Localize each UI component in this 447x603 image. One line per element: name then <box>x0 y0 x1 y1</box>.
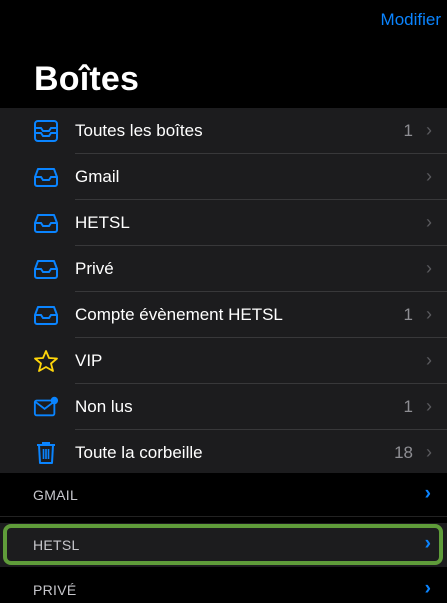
mailbox-row-hetsl[interactable]: HETSL › <box>0 200 447 246</box>
mailbox-row-all-inboxes[interactable]: Toutes les boîtes 1 › <box>0 108 447 154</box>
unread-envelope-icon <box>33 395 59 419</box>
mailbox-label: Toute la corbeille <box>75 443 203 462</box>
inbox-icon <box>33 165 59 189</box>
mailbox-row-non-lus[interactable]: Non lus 1 › <box>0 384 447 430</box>
unread-count: 1 <box>403 397 413 416</box>
chevron-right-icon[interactable]: › <box>425 483 431 505</box>
mailbox-row-compte-evenement-hetsl[interactable]: Compte évènement HETSL 1 › <box>0 292 447 338</box>
chevron-right-icon: › <box>426 304 432 324</box>
chevron-right-icon[interactable]: › <box>425 533 431 555</box>
inbox-icon <box>33 303 59 327</box>
mailbox-row-gmail[interactable]: Gmail › <box>0 154 447 200</box>
mailbox-label: Non lus <box>75 397 133 416</box>
chevron-right-icon: › <box>426 350 432 370</box>
mailbox-label: VIP <box>75 351 103 370</box>
page-title: Boîtes <box>34 60 140 98</box>
mailbox-label: Compte évènement HETSL <box>75 305 283 324</box>
chevron-right-icon: › <box>426 442 432 462</box>
unread-count: 18 <box>394 443 413 462</box>
unread-count: 1 <box>403 305 413 324</box>
section-hetsl[interactable]: HETSL › <box>0 523 447 567</box>
mailbox-row-corbeille[interactable]: Toute la corbeille 18 › <box>0 430 447 476</box>
chevron-right-icon: › <box>426 396 432 416</box>
chevron-right-icon: › <box>426 258 432 278</box>
chevron-right-icon: › <box>426 120 432 140</box>
mailbox-label: Toutes les boîtes <box>75 121 203 140</box>
mailbox-label: Gmail <box>75 167 120 186</box>
chevron-right-icon: › <box>426 166 432 186</box>
section-title: PRIVÉ <box>33 582 77 598</box>
navigation-bar: Modifier <box>0 0 447 50</box>
chevron-right-icon[interactable]: › <box>425 578 431 600</box>
star-icon <box>33 349 59 373</box>
mailbox-label: Privé <box>75 259 114 278</box>
section-gmail[interactable]: GMAIL › <box>0 473 447 517</box>
inbox-icon <box>33 211 59 235</box>
all-inboxes-icon <box>33 119 59 143</box>
section-title: HETSL <box>33 537 80 553</box>
separator <box>0 516 447 517</box>
section-title: GMAIL <box>33 487 79 503</box>
mailbox-row-vip[interactable]: VIP › <box>0 338 447 384</box>
inbox-icon <box>33 257 59 281</box>
edit-button[interactable]: Modifier <box>381 10 441 30</box>
chevron-right-icon: › <box>426 212 432 232</box>
section-prive[interactable]: PRIVÉ › <box>0 568 447 603</box>
unread-count: 1 <box>403 121 413 140</box>
mailbox-row-prive[interactable]: Privé › <box>0 246 447 292</box>
mailbox-label: HETSL <box>75 213 130 232</box>
trash-icon <box>33 441 59 465</box>
mailbox-list: Toutes les boîtes 1 › Gmail › HETSL › Pr… <box>0 108 447 476</box>
